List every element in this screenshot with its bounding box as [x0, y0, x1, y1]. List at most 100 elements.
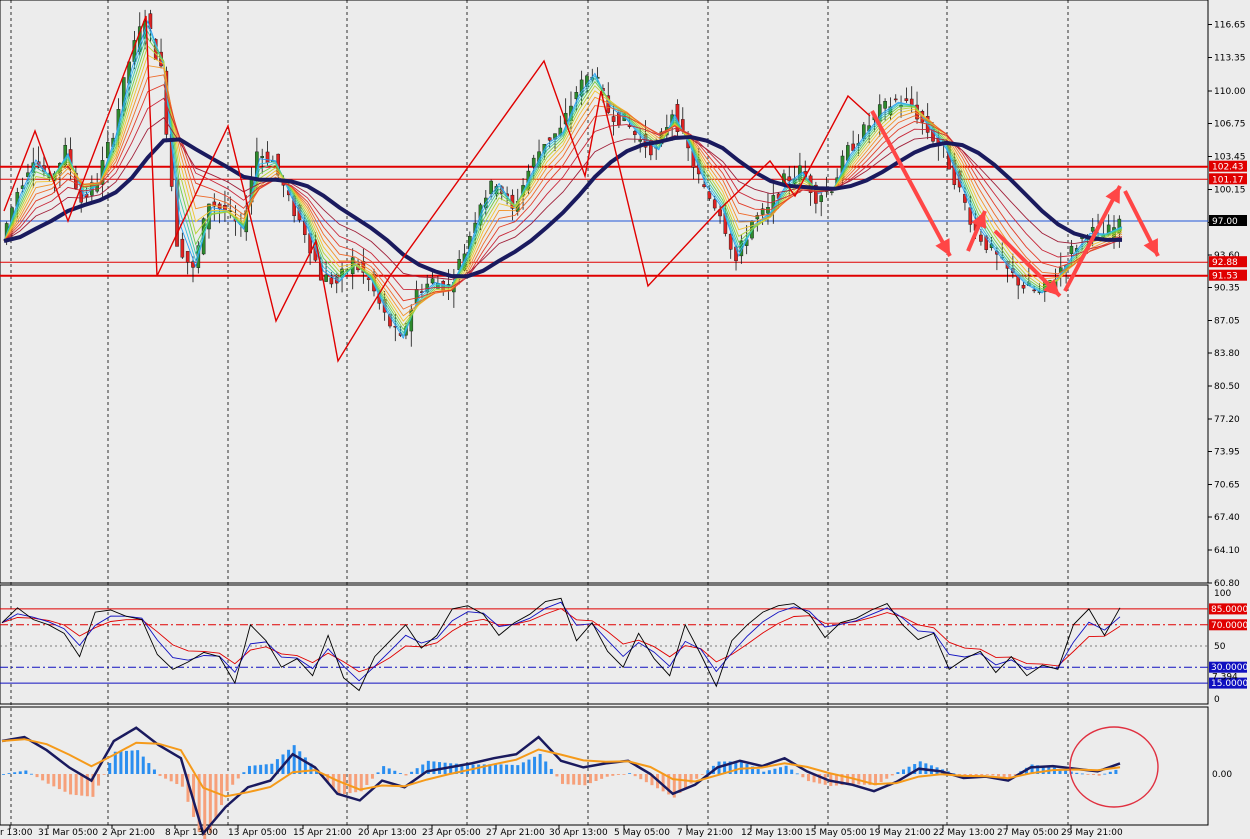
macd-histogram-bar [24, 770, 28, 774]
macd-histogram-bar [801, 774, 805, 778]
x-axis-label: 31 Mar 05:00 [38, 828, 98, 838]
macd-histogram-bar [572, 774, 576, 785]
macd-histogram-bar [521, 762, 525, 774]
x-axis-label: 5 May 05:00 [614, 828, 670, 838]
oscillator-level-label: 85.0000 [1211, 605, 1248, 615]
candles [4, 9, 1122, 347]
macd-histogram-bar [97, 774, 101, 786]
macd-histogram-bar [762, 771, 766, 774]
candle-body [547, 137, 552, 141]
macd-histogram-bar [997, 774, 1001, 777]
macd-histogram-bar [695, 774, 699, 779]
candle-body [430, 278, 435, 284]
candle-body [766, 207, 770, 214]
macd-histogram-bar [790, 769, 794, 774]
macd-histogram-bar [577, 774, 581, 785]
macd-histogram-bar [549, 768, 553, 774]
x-axis-label: r 13:00 [0, 828, 33, 838]
macd-histogram-bar [516, 765, 520, 774]
price-panel [0, 0, 1209, 584]
price-tick-label: 60.80 [1214, 579, 1240, 589]
chart-canvas[interactable]: 116.65113.35110.00106.75103.45100.1596.8… [0, 0, 1250, 839]
macd-histogram-bar [180, 774, 184, 787]
macd-histogram-bar [449, 763, 453, 774]
candle-body [531, 157, 536, 167]
x-axis-label: 7 May 21:00 [677, 828, 733, 838]
macd-histogram-bar [622, 774, 626, 775]
oscillator-level-label: 70.0000 [1211, 621, 1248, 631]
price-level-label: 97.00 [1212, 217, 1238, 227]
macd-histogram-bar [806, 774, 810, 782]
macd-histogram-bar [253, 765, 257, 774]
oscillator-tick-label: 100 [1214, 589, 1231, 599]
candle-body [830, 191, 834, 193]
candle-body [712, 199, 717, 209]
macd-histogram-bar [130, 750, 134, 774]
candle-body [979, 234, 983, 242]
macd-histogram-bar [538, 754, 542, 774]
macd-histogram-bar [264, 764, 268, 774]
price-level-label: 92.88 [1212, 258, 1238, 268]
candle-body [893, 98, 898, 101]
candle-body [180, 238, 185, 258]
macd-histogram-bar [46, 774, 50, 784]
macd-histogram-bar [639, 774, 643, 780]
candle-body [1032, 289, 1036, 292]
macd-histogram-bar [382, 766, 386, 774]
macd-panel [0, 706, 1209, 826]
macd-histogram-bar [533, 756, 537, 774]
macd-histogram-bar [644, 774, 648, 783]
macd-histogram-bar [583, 774, 587, 786]
oscillator-slow-line [1, 607, 1121, 673]
price-tick-label: 90.35 [1214, 284, 1240, 294]
macd-histogram-bar [214, 774, 218, 820]
macd-histogram-bar [52, 774, 56, 787]
macd-histogram-bar [158, 774, 162, 776]
price-tick-label: 83.80 [1214, 349, 1240, 359]
price-tick-label: 73.95 [1214, 448, 1240, 458]
candle-body [819, 195, 824, 202]
macd-histogram-bar [354, 774, 358, 793]
macd-histogram-bar [594, 774, 598, 781]
macd-histogram-bar [1103, 773, 1107, 775]
macd-histogram-bar [773, 768, 777, 774]
price-tick-label: 100.15 [1214, 186, 1246, 196]
price-tick-label: 77.20 [1214, 415, 1240, 425]
x-axis-label: 12 May 13:00 [741, 828, 803, 838]
macd-histogram-bar [393, 770, 397, 774]
macd-histogram-bar [80, 774, 84, 796]
macd-histogram-bar [220, 774, 224, 806]
x-axis-label: 30 Apr 13:00 [549, 828, 608, 838]
x-axis-label: 29 May 21:00 [1061, 828, 1123, 838]
macd-histogram-bar [270, 763, 274, 774]
price-tick-label: 70.65 [1214, 481, 1240, 491]
macd-histogram-bar [236, 774, 240, 779]
x-axis-label: 15 Apr 21:00 [293, 828, 352, 838]
macd-histogram-bar [767, 770, 771, 774]
trading-chart[interactable]: 116.65113.35110.00106.75103.45100.1596.8… [0, 0, 1250, 839]
macd-histogram-bar [566, 774, 570, 785]
x-axis-label: 27 Apr 21:00 [486, 828, 545, 838]
macd-signal-line [1, 738, 1121, 798]
macd-histogram-bar [365, 774, 369, 785]
price-level-label: 91.53 [1212, 272, 1238, 282]
price-tick-label: 64.10 [1214, 546, 1240, 556]
macd-histogram-bar [885, 774, 889, 779]
macd-histogram-bar [108, 763, 112, 774]
macd-histogram-bar [141, 756, 145, 774]
macd-histogram-bar [700, 774, 704, 775]
macd-histogram-bar [63, 774, 67, 792]
macd-histogram-bar [18, 771, 22, 774]
oscillator-tick-label: 50 [1214, 642, 1226, 652]
candle-body [185, 251, 190, 263]
candle-body [1090, 227, 1095, 232]
macd-histogram-bar [292, 745, 296, 774]
macd-histogram-bar [348, 774, 352, 794]
macd-histogram-bar [756, 769, 760, 774]
macd-histogram-bar [795, 773, 799, 775]
macd-histogram-bar [633, 774, 637, 777]
price-tick-label: 113.35 [1214, 54, 1246, 64]
macd-histogram-bar [561, 774, 564, 784]
macd-histogram-bar [259, 764, 263, 774]
candle-body [260, 156, 265, 158]
